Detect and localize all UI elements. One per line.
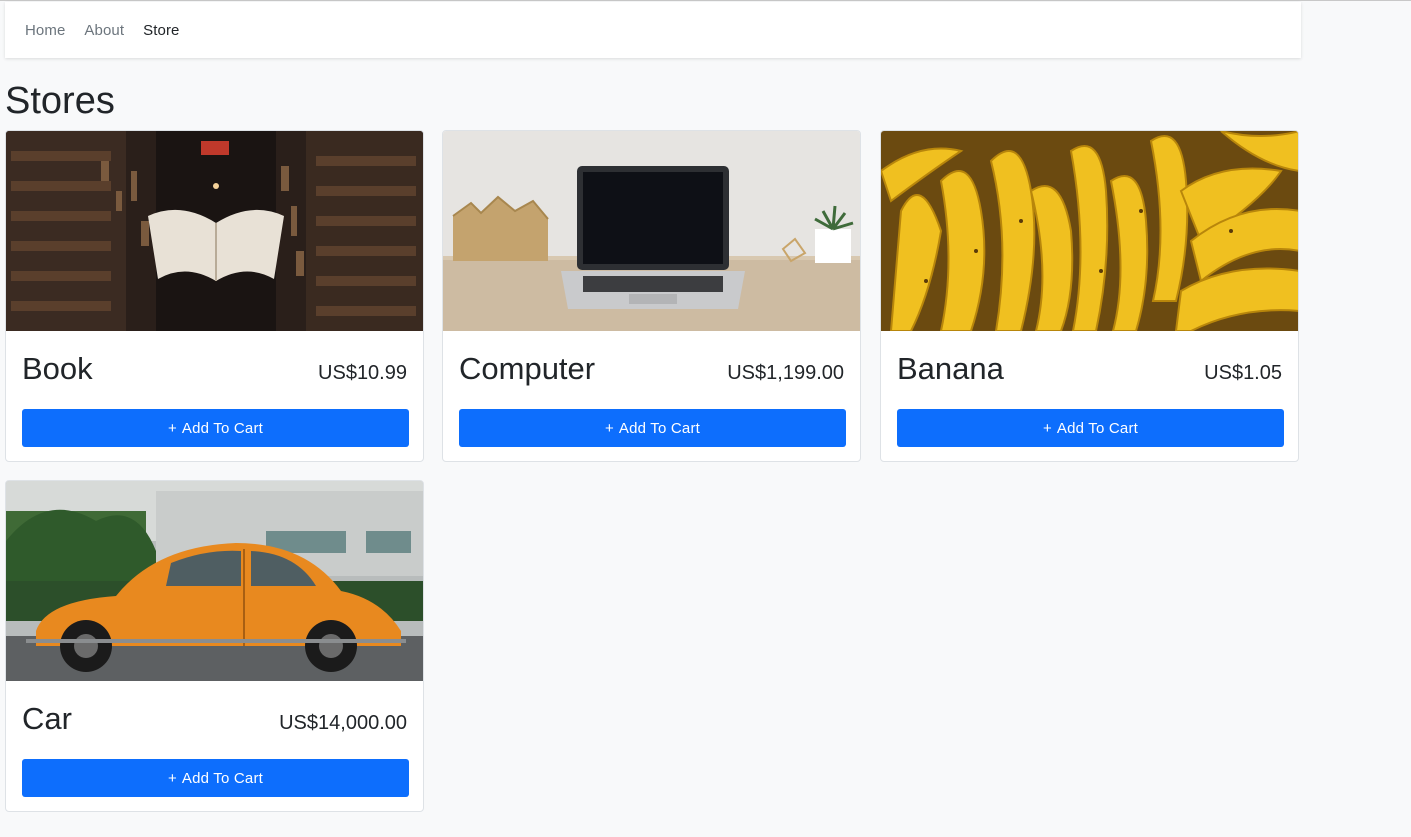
add-to-cart-button[interactable]: + Add To Cart — [897, 409, 1284, 447]
product-card-book: Book US$10.99 + Add To Cart — [5, 130, 424, 462]
nav-about-link[interactable]: About — [84, 22, 124, 39]
add-to-cart-label: Add To Cart — [181, 769, 264, 787]
orange-beetle-car-photo — [6, 481, 423, 681]
page-title: Stores — [5, 80, 115, 122]
product-name: Banana — [897, 351, 1004, 386]
nav-home-link[interactable]: Home — [25, 22, 65, 39]
nav-store-link[interactable]: Store — [143, 22, 179, 39]
add-to-cart-label: Add To Cart — [618, 419, 701, 437]
product-image-banana — [881, 131, 1298, 331]
product-price: US$14,000.00 — [279, 712, 407, 734]
navbar: Home About Store — [5, 2, 1301, 58]
plus-icon: + — [604, 419, 614, 437]
book-shelf-photo — [6, 131, 423, 331]
product-card-car: Car US$14,000.00 + Add To Cart — [5, 480, 424, 812]
plus-icon: + — [1042, 419, 1052, 437]
add-to-cart-button[interactable]: + Add To Cart — [22, 759, 409, 797]
product-image-car — [6, 481, 423, 681]
add-to-cart-button[interactable]: + Add To Cart — [459, 409, 846, 447]
plus-icon: + — [167, 419, 177, 437]
add-to-cart-label: Add To Cart — [181, 419, 264, 437]
product-image-computer — [443, 131, 860, 331]
bananas-photo — [881, 131, 1298, 331]
top-border — [0, 0, 1411, 1]
add-to-cart-label: Add To Cart — [1056, 419, 1139, 437]
laptop-desk-photo — [443, 131, 860, 331]
product-price: US$10.99 — [318, 362, 407, 384]
product-name: Car — [22, 701, 72, 736]
product-price: US$1,199.00 — [727, 362, 844, 384]
product-name: Computer — [459, 351, 596, 386]
product-image-book — [6, 131, 423, 331]
product-price: US$1.05 — [1204, 362, 1282, 384]
product-card-banana: Banana US$1.05 + Add To Cart — [880, 130, 1299, 462]
product-name: Book — [22, 351, 93, 386]
plus-icon: + — [167, 769, 177, 787]
product-card-computer: Computer US$1,199.00 + Add To Cart — [442, 130, 861, 462]
add-to-cart-button[interactable]: + Add To Cart — [22, 409, 409, 447]
